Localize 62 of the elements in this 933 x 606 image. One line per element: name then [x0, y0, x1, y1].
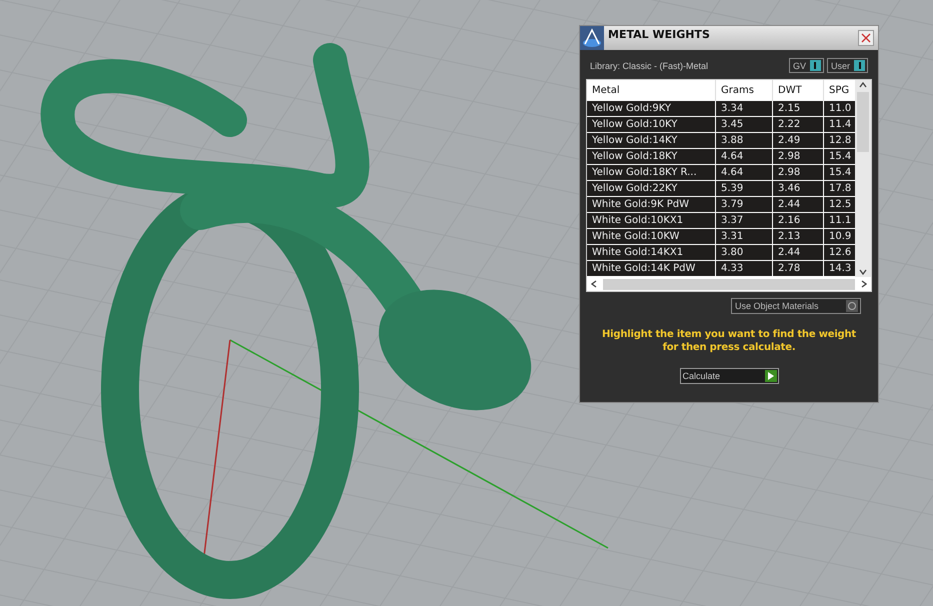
scroll-left-icon[interactable]	[591, 280, 597, 288]
table-cell: 12.8	[824, 133, 855, 149]
window-title: METAL WEIGHTS	[608, 27, 711, 41]
table-cell: 3.31	[716, 229, 773, 245]
scrollbar-thumb[interactable]	[857, 92, 869, 152]
table-cell: 12.6	[824, 245, 855, 261]
scroll-up-icon[interactable]	[859, 82, 867, 88]
play-icon	[764, 370, 776, 382]
table-cell: 3.34	[716, 101, 773, 117]
table-cell: 3.45	[716, 117, 773, 133]
table-cell: White Gold:14K PdW	[587, 261, 716, 277]
table-cell: Yellow Gold:22KY	[587, 181, 716, 197]
table-cell: Yellow Gold:18KY R...	[587, 165, 716, 181]
table-cell: Yellow Gold:10KY	[587, 117, 716, 133]
library-label: Library: Classic - (Fast)-Metal	[590, 60, 708, 70]
calculate-button[interactable]: Calculate	[680, 368, 778, 384]
table-cell: 2.49	[773, 133, 824, 149]
vertical-scrollbar[interactable]	[855, 80, 871, 277]
scroll-right-icon[interactable]	[861, 280, 867, 288]
scrollbar-thumb[interactable]	[603, 278, 855, 290]
table-cell: 2.44	[773, 197, 824, 213]
toggle[interactable]: GV	[788, 58, 824, 73]
table-cell: 2.98	[773, 149, 824, 165]
table-cell: 2.13	[773, 229, 824, 245]
table-cell: 3.88	[716, 133, 773, 149]
table-cell: 3.80	[716, 245, 773, 261]
table-cell: 2.98	[773, 165, 824, 181]
table-cell: 11.1	[824, 213, 855, 229]
table-cell: 11.4	[824, 117, 855, 133]
table-cell: 4.64	[716, 149, 773, 165]
table-cell: 17.8	[824, 181, 855, 197]
close-button[interactable]	[858, 30, 874, 46]
table-cell: White Gold:10KX1	[587, 213, 716, 229]
table-cell: 4.33	[716, 261, 773, 277]
scroll-down-icon[interactable]	[859, 269, 867, 275]
table-cell: 15.4	[824, 149, 855, 165]
table-cell: White Gold:9K PdW	[587, 197, 716, 213]
table-cell: Yellow Gold:9KY	[587, 101, 716, 117]
table-cell: Yellow Gold:14KY	[587, 133, 716, 149]
table-cell: 2.44	[773, 245, 824, 261]
table-cell: Yellow Gold:18KY	[587, 149, 716, 165]
table-cell: 4.64	[716, 165, 773, 181]
table-cell: 5.39	[716, 181, 773, 197]
table-cell: White Gold:14KX1	[587, 245, 716, 261]
table-cell: 2.22	[773, 117, 824, 133]
close-icon	[861, 33, 871, 43]
table-cell: 11.0	[824, 101, 855, 117]
table-cell: 3.79	[716, 197, 773, 213]
table-cell: White Gold:10KW	[587, 229, 716, 245]
table-cell: 12.5	[824, 197, 855, 213]
toggle[interactable]: User	[826, 58, 868, 73]
instruction-text: Highlight the item you want to find the weight for then press calculate.	[600, 328, 858, 354]
app-logo-icon	[580, 26, 604, 50]
table-cell: 14.3	[824, 261, 855, 277]
use-object-materials-toggle[interactable]: Use Object Materials	[731, 298, 861, 314]
table-cell: 15.4	[824, 165, 855, 181]
table-cell: 3.46	[773, 181, 824, 197]
table-cell: 10.9	[824, 229, 855, 245]
table-cell: 2.78	[773, 261, 824, 277]
table-cell: 3.37	[716, 213, 773, 229]
table-cell: 2.15	[773, 101, 824, 117]
table-cell: 2.16	[773, 213, 824, 229]
